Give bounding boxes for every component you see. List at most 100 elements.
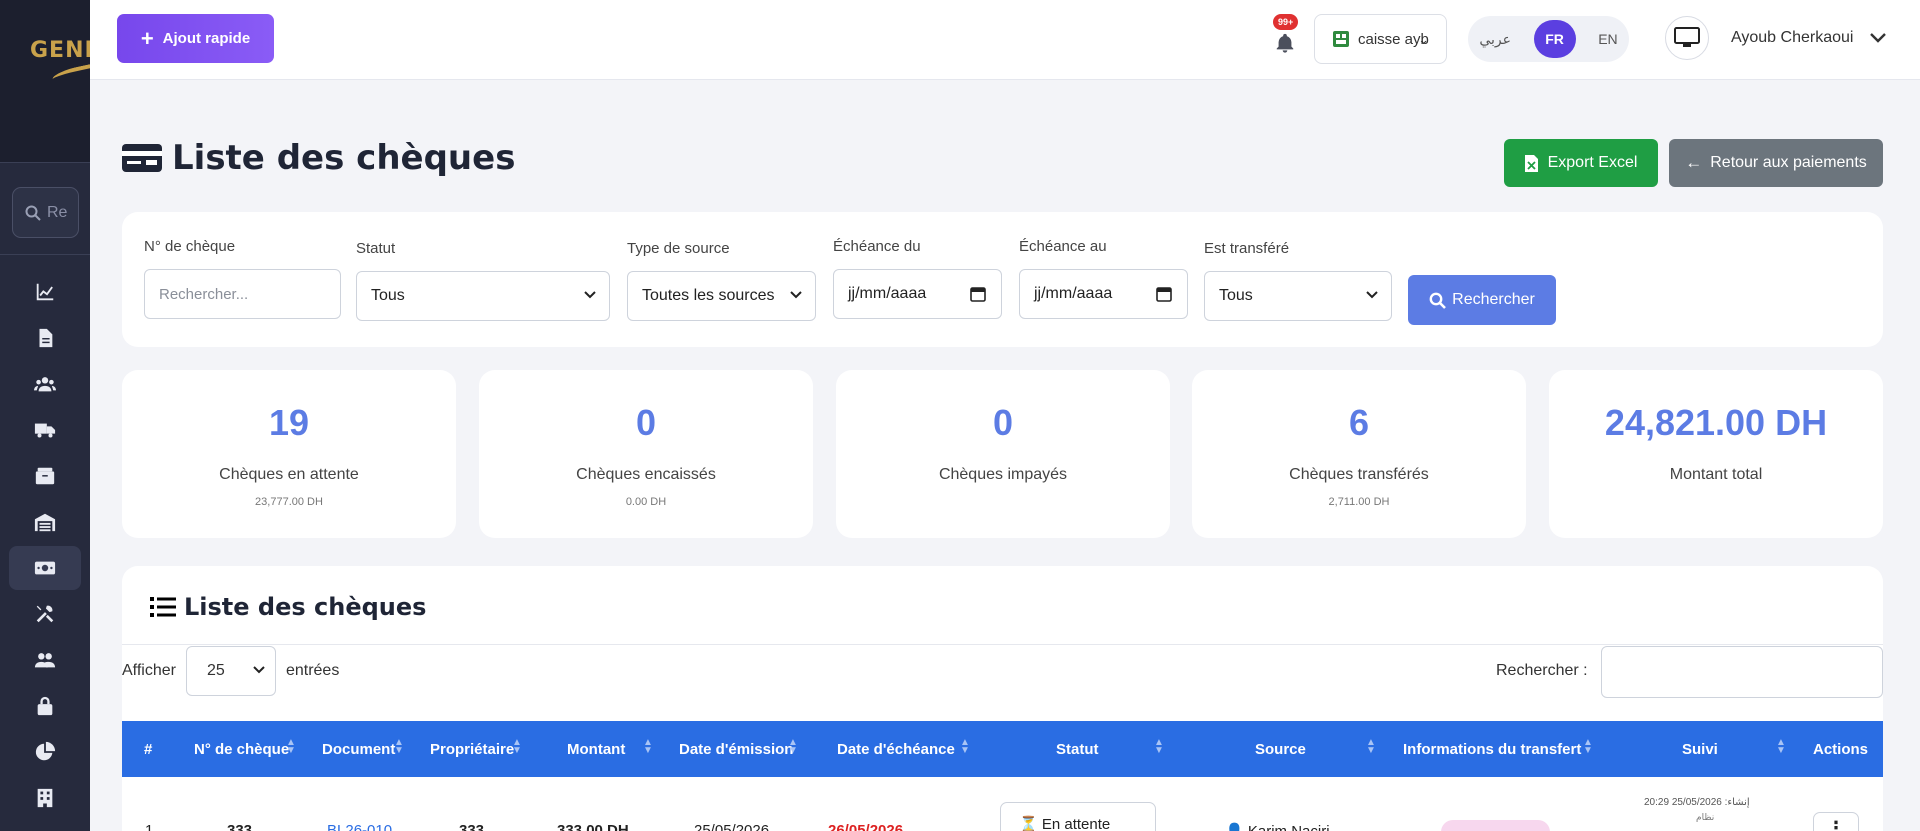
- cell-index: 1: [145, 822, 154, 831]
- search-button[interactable]: Rechercher: [1408, 275, 1556, 325]
- table-search-label: Rechercher :: [1496, 662, 1588, 679]
- logo[interactable]: GENIS: [0, 0, 90, 163]
- cell-source: 👤 Karim Naciri: [1225, 822, 1330, 831]
- page-title: Liste des chèques: [122, 138, 515, 178]
- cell-owner: 333: [459, 822, 485, 831]
- col-header[interactable]: Montant: [567, 741, 625, 758]
- sort-icon[interactable]: ▲ ▼: [643, 738, 653, 756]
- sort-icon[interactable]: ▲ ▼: [1366, 738, 1376, 756]
- col-header[interactable]: #: [144, 741, 152, 758]
- nav-tools[interactable]: [0, 592, 90, 636]
- stat-label: Chèques en attente: [219, 466, 359, 483]
- page-title-text: Liste des chèques: [172, 138, 516, 178]
- sidebar: GENIS Re: [0, 0, 90, 831]
- sort-icon[interactable]: ▲ ▼: [286, 738, 296, 756]
- file-excel-icon: [1524, 154, 1538, 172]
- tools-icon: [36, 605, 54, 623]
- source-type-select[interactable]: Toutes les sources: [627, 271, 816, 321]
- source-name: Karim Naciri: [1248, 823, 1330, 831]
- cell-amount: 333.00 DH: [557, 822, 629, 831]
- nav-trash[interactable]: [0, 822, 90, 831]
- logo-swoosh: [51, 59, 90, 87]
- divider: [122, 644, 1883, 645]
- cell-cheque-no: 333: [227, 822, 253, 831]
- stat-label: Chèques transférés: [1289, 466, 1429, 483]
- box-icon: [35, 467, 55, 485]
- table-title: Liste des chèques: [150, 593, 426, 621]
- logo-text: GENIS: [30, 38, 90, 63]
- search-icon: [1429, 292, 1447, 309]
- sort-icon[interactable]: ▲ ▼: [960, 738, 970, 756]
- chart-pie-icon: [35, 741, 56, 761]
- sidebar-divider: [0, 254, 90, 255]
- nav-documents[interactable]: [0, 316, 90, 360]
- cheque-no-placeholder: Rechercher...: [159, 285, 249, 303]
- page-length-select[interactable]: 25: [185, 646, 276, 696]
- cheque-no-input[interactable]: Rechercher...: [144, 269, 341, 319]
- caisse-selector[interactable]: caisse ayb ⌄: [1314, 14, 1447, 64]
- filter-card: N° de chèque Rechercher... Statut Tous T…: [122, 212, 1883, 347]
- nav-warehouse[interactable]: [0, 500, 90, 544]
- search-icon: [25, 205, 41, 221]
- sort-icon[interactable]: ▲ ▼: [1154, 738, 1164, 756]
- col-header[interactable]: N° de chèque: [194, 741, 289, 758]
- nav-reports[interactable]: [0, 730, 90, 774]
- nav-security[interactable]: [0, 684, 90, 728]
- user-menu[interactable]: Ayoub Cherkaoui: [1665, 16, 1887, 60]
- nav-users[interactable]: [0, 638, 90, 682]
- row-actions-button[interactable]: ⋮: [1813, 812, 1859, 831]
- nav-payments[interactable]: [9, 546, 81, 590]
- stat-value: 6: [1348, 402, 1370, 443]
- file-icon: [39, 328, 53, 348]
- col-header[interactable]: Informations du transfert: [1403, 741, 1581, 758]
- due-from-input[interactable]: jj/mm/aaaa: [833, 269, 1002, 319]
- lang-ar[interactable]: عربي: [1479, 31, 1511, 48]
- stat-value: 0: [635, 402, 657, 443]
- status-select[interactable]: ⏳ En attente: [1000, 802, 1156, 831]
- statut-select[interactable]: Tous: [356, 271, 610, 321]
- chevron-down-icon: [584, 291, 596, 299]
- due-to-input[interactable]: jj/mm/aaaa: [1019, 269, 1188, 319]
- quick-add-button[interactable]: + Ajout rapide: [117, 14, 274, 63]
- back-to-payments-button[interactable]: ← Retour aux paiements: [1669, 139, 1883, 187]
- sort-icon[interactable]: ▲ ▼: [394, 738, 404, 756]
- nav-suppliers[interactable]: [0, 408, 90, 452]
- nav-dashboard[interactable]: [0, 270, 90, 314]
- col-header[interactable]: Suivi: [1682, 741, 1718, 758]
- stat-card-unpaid: 0 Chèques impayés: [836, 370, 1170, 538]
- sort-icon[interactable]: ▲ ▼: [512, 738, 522, 756]
- filter-statut-label: Statut: [356, 240, 396, 257]
- table-row[interactable]: 1 333 BL26-010 333 333.00 DH 25/05/2026 …: [122, 777, 1883, 831]
- transferred-select[interactable]: Tous: [1204, 271, 1392, 321]
- stat-card-total: 24,821.00 DH Montant total: [1549, 370, 1883, 538]
- table-search-input[interactable]: [1601, 646, 1883, 698]
- sort-icon[interactable]: ▲ ▼: [788, 738, 798, 756]
- cell-document-link[interactable]: BL26-010: [327, 822, 392, 831]
- nav-clients[interactable]: [0, 362, 90, 406]
- col-header[interactable]: Actions: [1813, 741, 1868, 758]
- kebab-icon: ⋮: [1827, 818, 1845, 831]
- arrow-left-icon: ←: [1685, 153, 1703, 172]
- sidebar-search-input[interactable]: Re: [12, 187, 79, 238]
- warehouse-icon: [34, 513, 56, 532]
- col-header[interactable]: Source: [1255, 741, 1306, 758]
- nav-products[interactable]: [0, 454, 90, 498]
- sort-icon[interactable]: ▲ ▼: [1583, 738, 1593, 756]
- col-header[interactable]: Date d'émission: [679, 741, 793, 758]
- lang-fr[interactable]: FR: [1533, 20, 1576, 58]
- lang-en[interactable]: EN: [1598, 31, 1617, 47]
- due-to-value: jj/mm/aaaa: [1034, 285, 1113, 302]
- col-header[interactable]: Propriétaire: [430, 741, 514, 758]
- export-label: Export Excel: [1547, 154, 1638, 171]
- col-header[interactable]: Statut: [1056, 741, 1099, 758]
- col-header[interactable]: Document: [322, 741, 395, 758]
- sort-icon[interactable]: ▲ ▼: [1776, 738, 1786, 756]
- money-check-icon: [122, 144, 162, 172]
- export-excel-button[interactable]: Export Excel: [1504, 139, 1658, 187]
- plus-icon: +: [140, 25, 154, 51]
- filter-transferred: Est transféré Tous: [1204, 240, 1392, 321]
- nav-company[interactable]: [0, 776, 90, 820]
- filter-statut: Statut Tous: [356, 240, 610, 321]
- notifications-button[interactable]: 99+: [1270, 14, 1300, 53]
- col-header[interactable]: Date d'échéance: [837, 741, 955, 758]
